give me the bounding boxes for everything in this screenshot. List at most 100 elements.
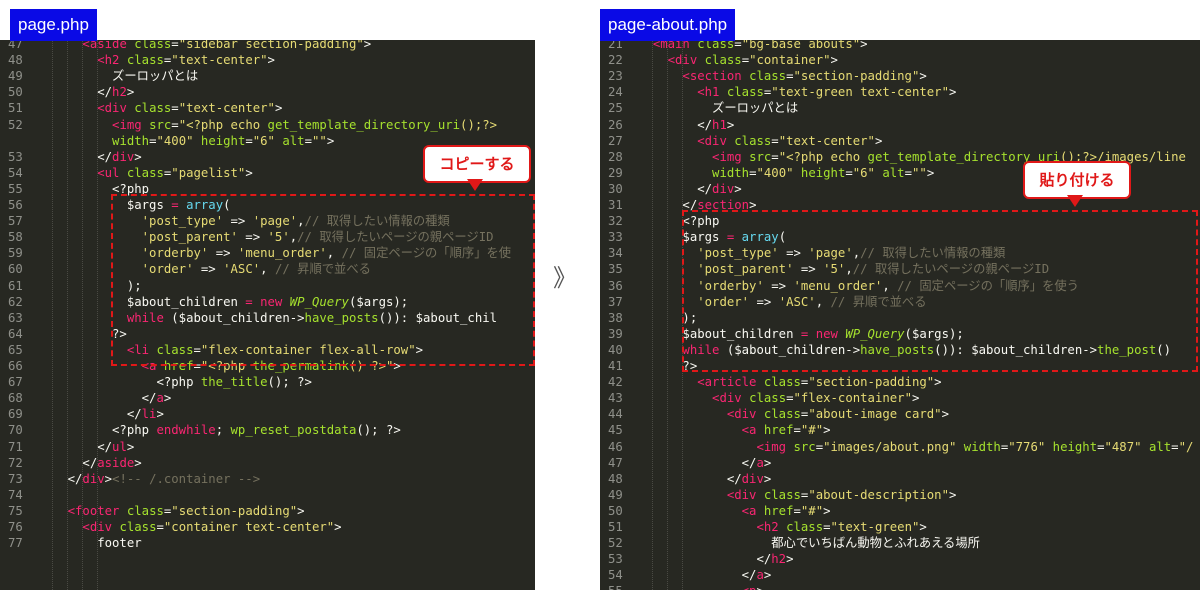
code-text: <h2 class="text-center"> (97, 53, 275, 68)
code-text: <div class="flex-container"> (712, 391, 920, 406)
code-text: <ul class="pagelist"> (97, 165, 253, 180)
code-text: ズーロッパとは (38, 69, 199, 84)
line-number: 48 (608, 471, 623, 486)
line-number: 43 (608, 391, 623, 406)
code-text: <?php endwhile; wp_reset_postdata(); ?> (38, 423, 401, 438)
line-number: 73 (8, 471, 23, 486)
line-number: 24 (608, 85, 623, 100)
line-number: 32 (608, 214, 623, 229)
line-number: 60 (8, 262, 23, 277)
code-text: <img src="images/about.png" width="776" … (756, 439, 1194, 454)
code-text: </a> (638, 455, 772, 470)
line-number: 47 (8, 40, 23, 51)
code-text: <div class="about-description"> (726, 487, 957, 502)
code-text: </div><!-- /.container --> (38, 471, 261, 486)
code-text: ズーロッパとは (638, 101, 799, 116)
line-number: 37 (608, 294, 623, 309)
code-text: </div> (38, 149, 142, 164)
line-number: 51 (608, 520, 623, 534)
code-text: <div class="text-center"> (97, 101, 283, 116)
code-text: footer (38, 536, 142, 551)
line-number: 56 (8, 198, 23, 212)
code-text: <?php the_title(); ?> (38, 375, 312, 390)
line-number: 55 (608, 583, 634, 590)
line-number: 30 (608, 181, 623, 196)
code-editor-right[interactable]: 21 <main class="bg-base abouts"> 22 <div … (600, 40, 1200, 590)
next-arrow-icon: 》 (553, 264, 577, 292)
line-number: 42 (608, 375, 623, 390)
indent-guide (52, 40, 53, 590)
line-number: 26 (608, 117, 623, 132)
line-number: 49 (608, 487, 623, 502)
line-number: 34 (608, 246, 623, 261)
line-number: 58 (8, 230, 23, 245)
copy-callout: コピーする (423, 145, 531, 191)
line-number: 65 (8, 342, 23, 357)
line-number: 63 (8, 310, 23, 325)
line-number: 70 (8, 423, 23, 438)
indent-guide (97, 40, 98, 590)
line-number: 68 (8, 391, 23, 406)
line-number: 44 (608, 407, 623, 422)
code-text: <img src="<?php echo get_template_direct… (112, 117, 498, 132)
code-text: </a> (38, 391, 172, 406)
filename-label-left: page.php (10, 9, 97, 41)
line-number: 76 (8, 520, 23, 534)
line-number: 54 (8, 165, 23, 180)
line-number: 52 (608, 536, 623, 551)
line-number: 71 (8, 439, 23, 454)
line-number: 61 (8, 278, 23, 293)
paste-callout: 貼り付ける (1023, 161, 1131, 207)
line-number: 33 (608, 230, 623, 245)
line-number: 31 (608, 198, 623, 212)
code-text: 都心でいちばん動物とふれあえる場所 (638, 536, 980, 551)
line-number: 66 (8, 359, 23, 373)
code-text: <h1 class="text-green text-center"> (697, 85, 957, 100)
line-number: 57 (8, 214, 23, 229)
line-number: 40 (608, 342, 623, 357)
paste-highlight-box (682, 210, 1198, 372)
copy-callout-text: コピーする (439, 155, 515, 173)
code-text: <div class="text-center"> (697, 133, 883, 148)
indent-guide (67, 40, 68, 590)
indent-guide (652, 40, 653, 590)
code-text: <main class="bg-base abouts"> (652, 40, 868, 51)
line-number: 36 (608, 278, 623, 293)
code-text: </a> (638, 568, 772, 583)
line-number: 54 (608, 568, 623, 583)
line-number: 69 (8, 407, 23, 422)
filename-label-right: page-about.php (600, 9, 736, 41)
line-number: 75 (8, 503, 23, 518)
callout-tail (1067, 195, 1083, 207)
code-text: </li> (38, 407, 164, 422)
code-text: <aside class="sidebar section-padding"> (82, 40, 372, 51)
line-number: 72 (8, 455, 23, 470)
line-number: 74 (8, 487, 23, 502)
indent-guide (82, 40, 83, 590)
line-number: 28 (608, 149, 623, 164)
line-number: 77 (8, 536, 23, 551)
line-number: 52 (8, 117, 23, 132)
line-number: 53 (608, 552, 623, 567)
code-text: </aside> (38, 455, 142, 470)
code-text: <footer class="section-padding"> (67, 503, 305, 518)
line-number: 59 (8, 246, 23, 261)
line-number: 22 (608, 53, 623, 68)
line-number: 39 (608, 326, 623, 341)
code-text: <div class="container text-center"> (82, 520, 342, 534)
line-number: 23 (608, 69, 623, 84)
code-text: </h2> (638, 552, 794, 567)
line-number: 64 (8, 326, 23, 341)
line-number: 35 (608, 262, 623, 277)
line-number: 46 (608, 439, 623, 454)
code-text: <article class="section-padding"> (697, 375, 942, 390)
indent-guide (667, 40, 668, 590)
code-text: <div class="about-image card"> (726, 407, 949, 422)
line-number: 62 (8, 294, 23, 309)
code-editor-left[interactable]: 47 <aside class="sidebar section-padding… (0, 40, 535, 590)
line-number: 49 (8, 69, 23, 84)
line-number: 38 (608, 310, 623, 325)
line-number: 67 (8, 375, 23, 390)
callout-tail (467, 179, 483, 191)
line-number: 51 (8, 101, 23, 116)
